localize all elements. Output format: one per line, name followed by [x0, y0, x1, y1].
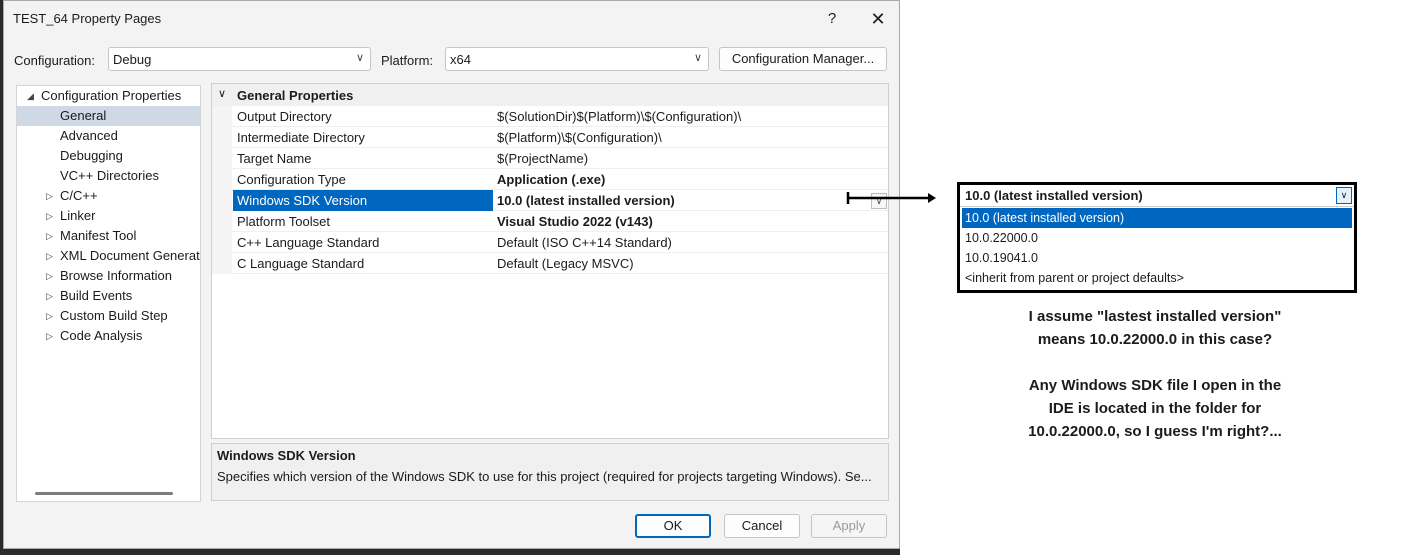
sdk-version-dropdown[interactable]: 10.0 (latest installed version) ∨ 10.0 (… — [957, 182, 1357, 293]
section-title: General Properties — [237, 88, 354, 103]
close-button[interactable]: ✕ — [864, 6, 892, 32]
ok-button[interactable]: OK — [635, 514, 711, 538]
platform-select[interactable]: x64 ∨ — [445, 47, 709, 71]
ide-background-bottom — [0, 548, 900, 555]
apply-button[interactable]: Apply — [811, 514, 887, 538]
tree-item-linker[interactable]: Linker — [17, 206, 95, 226]
property-row[interactable]: Target Name $(ProjectName) — [212, 148, 888, 169]
property-value[interactable]: Default (ISO C++14 Standard) — [497, 232, 672, 253]
chevron-down-icon: ∨ — [355, 52, 364, 64]
configuration-manager-button[interactable]: Configuration Manager... — [719, 47, 887, 71]
tree-item-general[interactable]: General — [17, 106, 200, 126]
tree-root[interactable]: Configuration Properties — [17, 86, 200, 106]
help-button[interactable]: ? — [818, 6, 846, 32]
dropdown-option[interactable]: 10.0 (latest installed version) — [962, 208, 1352, 228]
configuration-label: Configuration: — [14, 53, 95, 68]
dropdown-option[interactable]: <inherit from parent or project defaults… — [962, 268, 1352, 288]
tree-item-browse-information[interactable]: Browse Information — [17, 266, 172, 286]
annotation-line: means 10.0.22000.0 in this case? — [1037, 331, 1273, 348]
annotation-line: IDE is located in the folder for — [1048, 400, 1262, 417]
property-row[interactable]: Platform Toolset Visual Studio 2022 (v14… — [212, 211, 888, 232]
description-panel: Windows SDK Version Specifies which vers… — [211, 443, 889, 501]
grid-section-header[interactable]: ∨ General Properties — [212, 84, 888, 106]
description-text: Specifies which version of the Windows S… — [217, 469, 872, 484]
dropdown-option[interactable]: 10.0.22000.0 — [962, 228, 1352, 248]
tree-item-debugging[interactable]: Debugging — [17, 146, 123, 166]
platform-value: x64 — [450, 52, 471, 67]
property-name: Configuration Type — [237, 172, 346, 187]
description-title: Windows SDK Version — [217, 448, 356, 463]
property-value[interactable]: $(Platform)\$(Configuration)\ — [497, 127, 662, 148]
property-tree: ◢ Configuration Properties General Advan… — [16, 85, 201, 502]
tree-item-custom-build-step[interactable]: Custom Build Step — [17, 306, 168, 326]
property-row[interactable]: C Language Standard Default (Legacy MSVC… — [212, 253, 888, 274]
property-row[interactable]: Output Directory $(SolutionDir)$(Platfor… — [212, 106, 888, 127]
property-name: C++ Language Standard — [237, 235, 380, 250]
configuration-select[interactable]: Debug ∨ — [108, 47, 371, 71]
chevron-down-icon[interactable]: ∨ — [1336, 187, 1352, 204]
annotation-line: Any Windows SDK file I open in the — [1028, 377, 1282, 394]
annotation-line: I assume "lastest installed version" — [1028, 308, 1282, 325]
tree-item-cpp[interactable]: C/C++ — [17, 186, 98, 206]
property-name: Intermediate Directory — [237, 130, 365, 145]
property-grid: ∨ General Properties Output Directory $(… — [211, 83, 889, 439]
tree-horizontal-scrollbar[interactable] — [35, 492, 173, 495]
property-value[interactable]: $(SolutionDir)$(Platform)\$(Configuratio… — [497, 106, 741, 127]
property-name: Windows SDK Version — [233, 190, 493, 211]
property-row[interactable]: C++ Language Standard Default (ISO C++14… — [212, 232, 888, 253]
annotation-arrow — [846, 192, 936, 204]
property-name: C Language Standard — [237, 256, 365, 271]
property-row[interactable]: Configuration Type Application (.exe) — [212, 169, 888, 190]
property-value[interactable]: Visual Studio 2022 (v143) — [497, 211, 653, 232]
tree-item-manifest-tool[interactable]: Manifest Tool — [17, 226, 136, 246]
annotation-line: 10.0.22000.0, so I guess I'm right?... — [1028, 423, 1282, 440]
platform-label: Platform: — [381, 53, 434, 68]
chevron-down-icon[interactable]: ∨ — [218, 87, 226, 100]
property-name: Platform Toolset — [237, 214, 330, 229]
tree-item-build-events[interactable]: Build Events — [17, 286, 132, 306]
dropdown-header[interactable]: 10.0 (latest installed version) ∨ — [960, 185, 1354, 207]
property-value[interactable]: Application (.exe) — [497, 169, 605, 190]
property-pages-dialog: TEST_64 Property Pages ? ✕ Configuration… — [3, 0, 900, 549]
dropdown-selected-value: 10.0 (latest installed version) — [965, 188, 1143, 203]
tree-item-code-analysis[interactable]: Code Analysis — [17, 326, 142, 346]
property-row-selected[interactable]: Windows SDK Version 10.0 (latest install… — [212, 190, 888, 211]
property-name: Output Directory — [237, 109, 332, 124]
property-value[interactable]: $(ProjectName) — [497, 148, 588, 169]
dropdown-option[interactable]: 10.0.19041.0 — [962, 248, 1352, 268]
property-row[interactable]: Intermediate Directory $(Platform)\$(Con… — [212, 127, 888, 148]
tree-item-xml-document[interactable]: XML Document Generat — [17, 246, 200, 266]
property-value[interactable]: Default (Legacy MSVC) — [497, 253, 634, 274]
configuration-value: Debug — [113, 52, 152, 67]
tree-item-vc-directories[interactable]: VC++ Directories — [17, 166, 159, 186]
tree-item-advanced[interactable]: Advanced — [17, 126, 118, 146]
window-title: TEST_64 Property Pages — [13, 11, 162, 26]
chevron-down-icon: ∨ — [693, 52, 702, 64]
property-name: Target Name — [237, 151, 312, 166]
cancel-button[interactable]: Cancel — [724, 514, 800, 538]
title-bar: TEST_64 Property Pages ? ✕ — [4, 1, 899, 37]
property-value[interactable]: 10.0 (latest installed version) — [497, 190, 675, 211]
